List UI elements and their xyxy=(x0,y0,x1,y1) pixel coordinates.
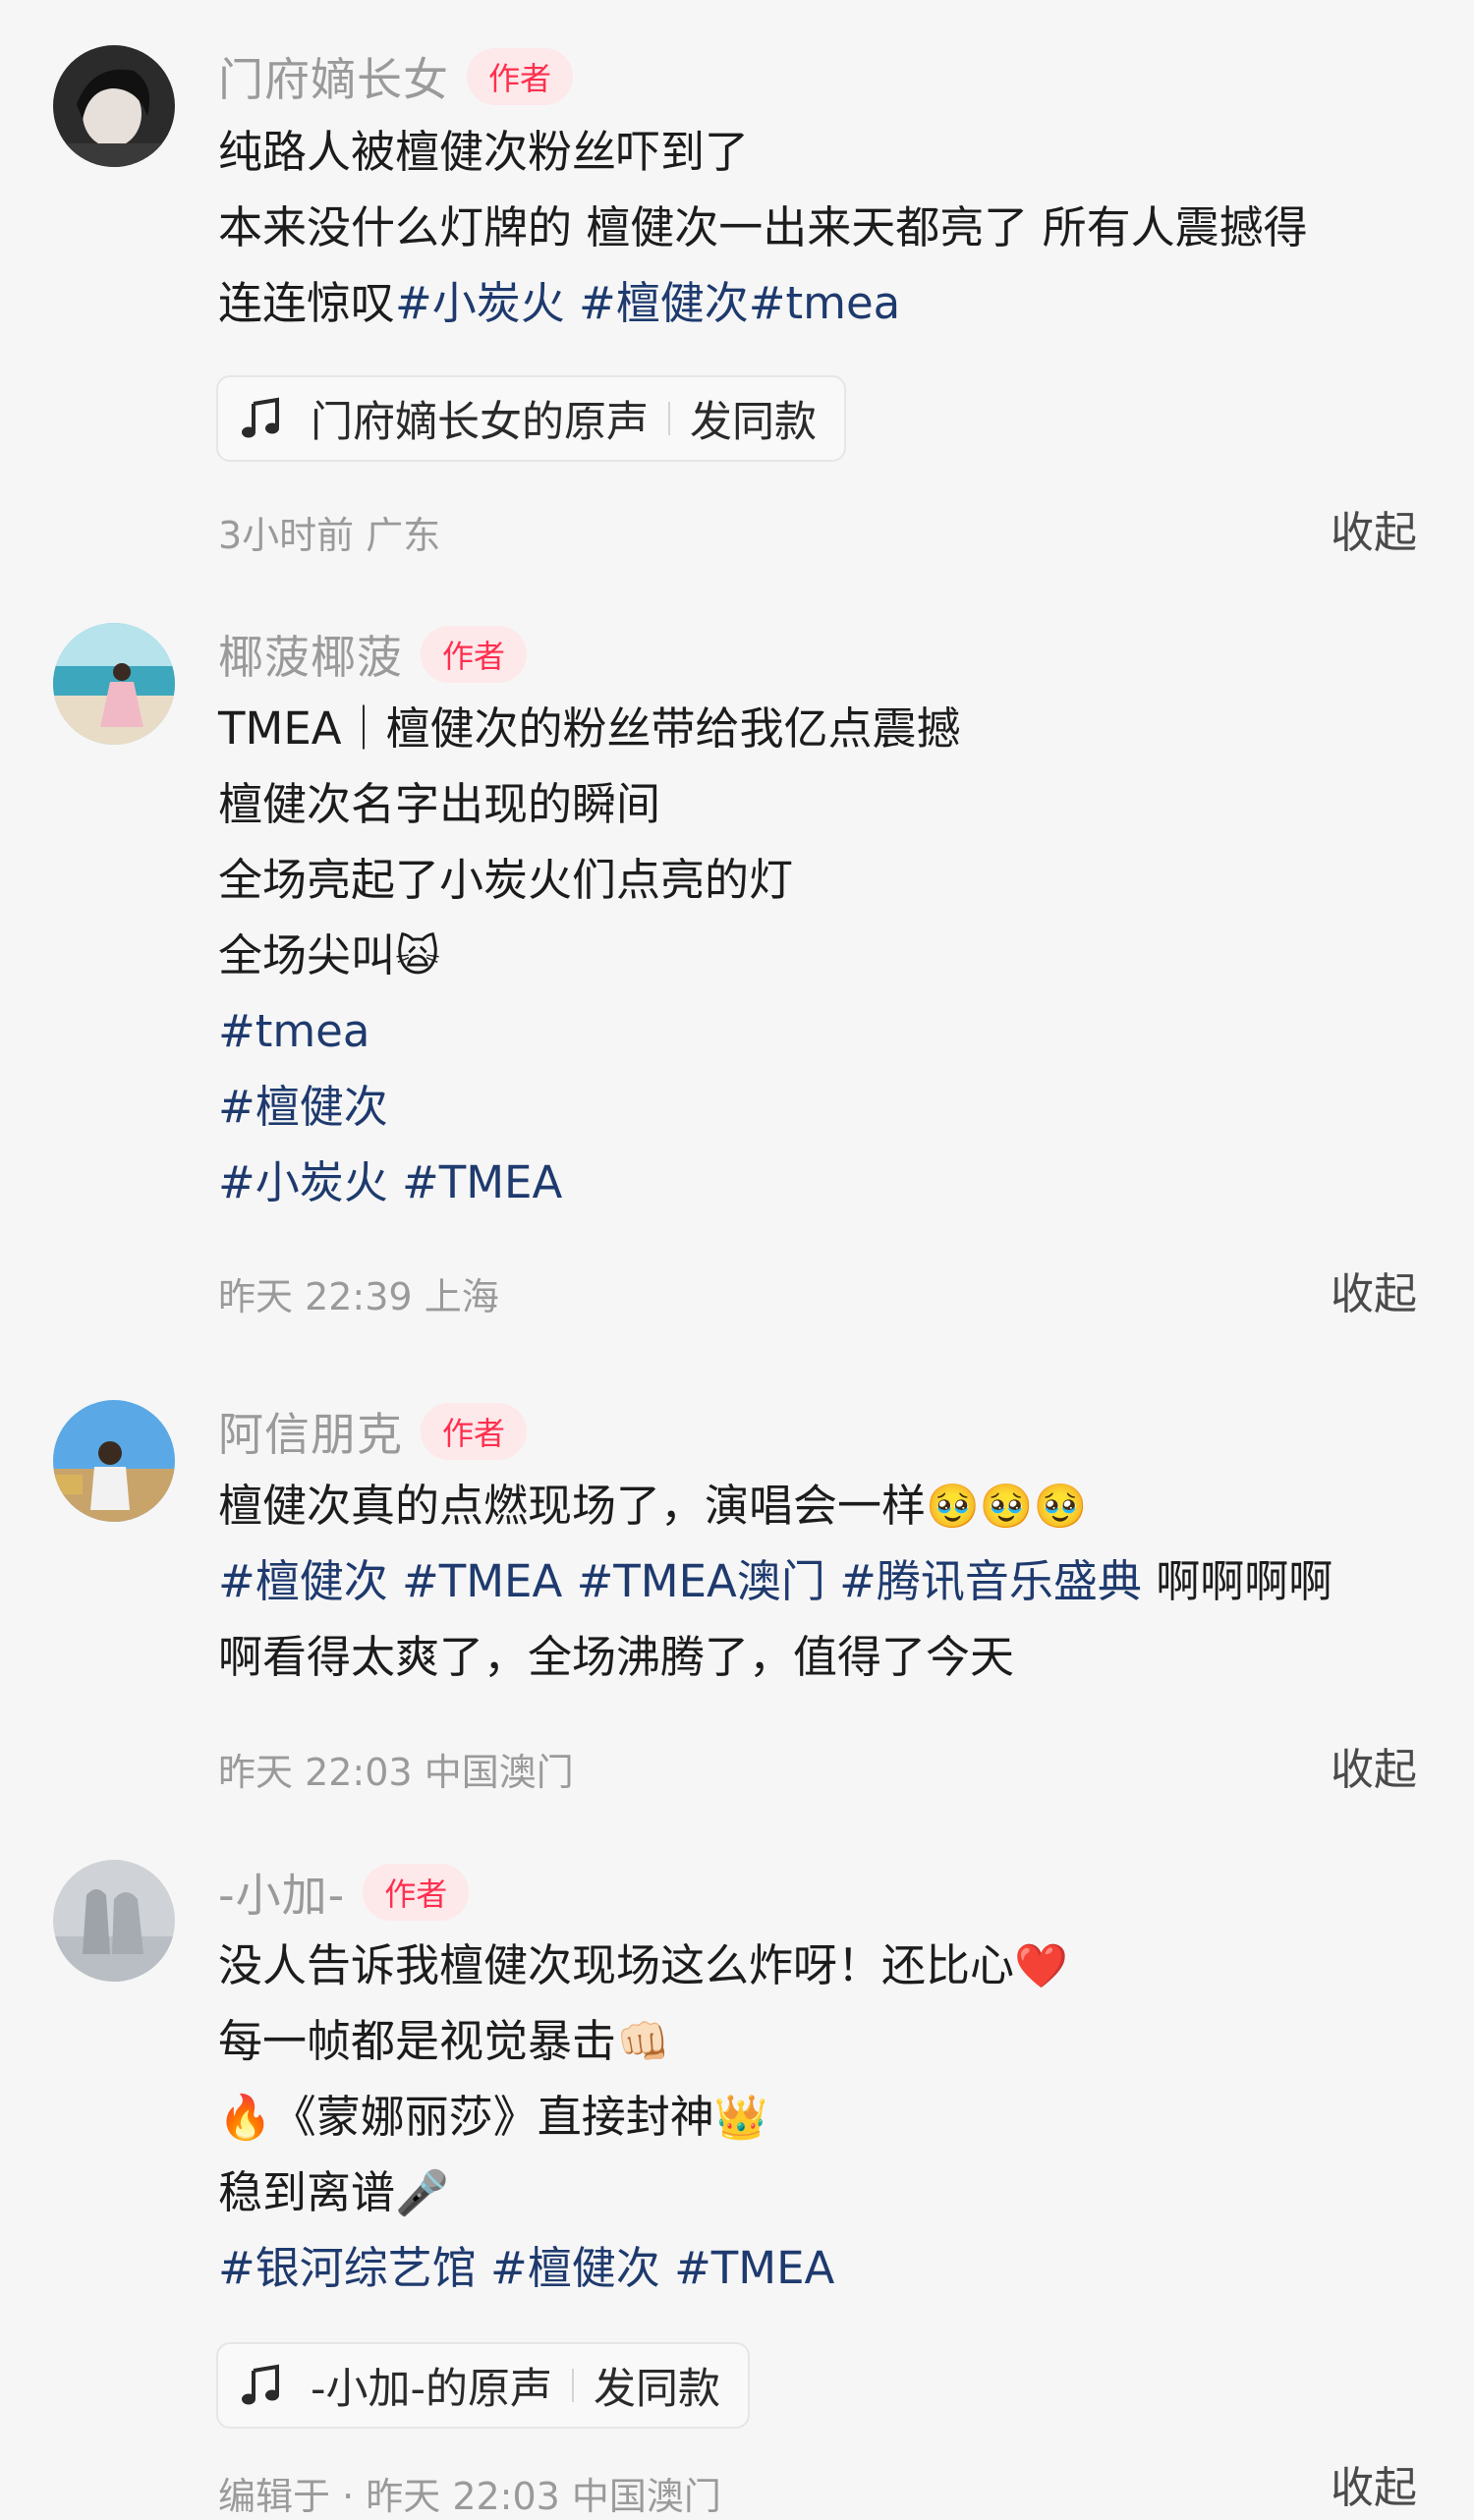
author-badge: 作者 xyxy=(421,1403,528,1460)
hashtag[interactable]: #檀健次 xyxy=(579,277,749,329)
original-sound-chip[interactable]: 门府嫡长女的原声 发同款 xyxy=(216,375,846,462)
emoji: 🙀 xyxy=(395,931,440,981)
text-line: 檀健次名字出现的瞬间 xyxy=(218,778,661,830)
text-line: TMEA｜檀健次的粉丝带给我亿点震撼 xyxy=(218,702,961,755)
text-segment: 连连惊叹 xyxy=(218,277,396,329)
post-text: TMEA｜檀健次的粉丝带给我亿点震撼 檀健次名字出现的瞬间 全场亮起了小炭火们点… xyxy=(218,691,1437,1220)
author-name[interactable]: 阿信朋克 xyxy=(218,1399,403,1464)
post-time: 3小时前 xyxy=(218,514,355,557)
emoji: 🎤 xyxy=(395,2168,449,2218)
text-segment: 檀健次真的点燃现场了，演唱会一样 xyxy=(218,1480,927,1532)
collapse-button[interactable]: 收起 xyxy=(1331,1259,1417,1321)
collapse-button[interactable]: 收起 xyxy=(1331,497,1417,560)
text-line: 🔥《蒙娜丽莎》直接封神👑 xyxy=(218,2079,1437,2155)
hashtag[interactable]: #tmea xyxy=(749,277,900,329)
original-sound-label: 门府嫡长女的原声 xyxy=(311,398,649,447)
hashtag[interactable]: #TMEA xyxy=(402,1156,562,1208)
emoji: 🔥 xyxy=(218,2093,272,2143)
text-segment: 全场尖叫 xyxy=(218,929,396,981)
post-text: 没人告诉我檀健次现场这么炸呀！还比心❤️ 每一帧都是视觉暴击👊🏻 🔥《蒙娜丽莎》… xyxy=(218,1928,1437,2306)
original-sound-label: -小加-的原声 xyxy=(311,2365,553,2414)
divider xyxy=(572,2369,575,2402)
emoji: 🥹🥹🥹 xyxy=(926,1482,1088,1532)
use-sound-button[interactable]: 发同款 xyxy=(690,388,817,449)
text-line: 稳到离谱🎤 xyxy=(218,2155,1437,2230)
text-line: 啊看得太爽了，全场沸腾了，值得了今天 xyxy=(218,1631,1015,1683)
hashtag[interactable]: #银河综艺馆 xyxy=(218,2242,477,2294)
music-note-icon xyxy=(242,397,279,438)
hashtag[interactable]: #tmea xyxy=(218,993,1437,1069)
text-segment: 《蒙娜丽莎》直接封神 xyxy=(271,2091,714,2143)
text-line: #檀健次 #TMEA #TMEA澳门 #腾讯音乐盛典 啊啊啊啊 xyxy=(218,1543,1437,1619)
text-line: #小炭火 #TMEA xyxy=(218,1145,1437,1220)
post-text: 檀健次真的点燃现场了，演唱会一样🥹🥹🥹 #檀健次 #TMEA #TMEA澳门 #… xyxy=(218,1468,1437,1695)
text-line: 连连惊叹#小炭火 #檀健次#tmea xyxy=(218,265,1437,341)
collapse-button[interactable]: 收起 xyxy=(1331,1734,1417,1797)
avatar-image xyxy=(53,623,175,745)
author-name[interactable]: 椰菠椰菠 xyxy=(218,622,403,687)
author-name[interactable]: 门府嫡长女 xyxy=(218,44,449,109)
hashtag[interactable]: #小炭火 xyxy=(395,277,565,329)
avatar[interactable] xyxy=(53,1860,175,1982)
emoji: 👑 xyxy=(713,2093,768,2143)
divider xyxy=(668,402,670,435)
post-location: 上海 xyxy=(424,1275,499,1318)
hashtag[interactable]: #檀健次 xyxy=(490,2242,660,2294)
text-segment: 稳到离谱 xyxy=(218,2166,396,2218)
hashtag[interactable]: #TMEA澳门 xyxy=(577,1555,825,1607)
hashtag[interactable]: #檀健次 xyxy=(218,1555,388,1607)
post-meta: 3小时前 广东 xyxy=(218,505,440,559)
text-line: 没人告诉我檀健次现场这么炸呀！还比心❤️ xyxy=(218,1928,1437,2003)
author-badge: 作者 xyxy=(363,1864,470,1921)
avatar[interactable] xyxy=(53,623,175,745)
post-text: 纯路人被檀健次粉丝吓到了 本来没什么灯牌的 檀健次一出来天都亮了 所有人震撼得 … xyxy=(218,114,1437,341)
hashtag[interactable]: #TMEA xyxy=(402,1555,562,1607)
post-location: 中国澳门 xyxy=(424,1751,574,1794)
post-location: 广东 xyxy=(366,514,441,557)
avatar[interactable] xyxy=(53,1400,175,1522)
author-name[interactable]: -小加- xyxy=(218,1860,345,1925)
text-line: 全场尖叫🙀 xyxy=(218,918,1437,993)
text-line: 本来没什么灯牌的 檀健次一出来天都亮了 所有人震撼得 xyxy=(218,201,1308,253)
author-badge: 作者 xyxy=(421,626,528,683)
text-line: 檀健次真的点燃现场了，演唱会一样🥹🥹🥹 xyxy=(218,1468,1437,1543)
music-note-icon xyxy=(242,2364,279,2405)
emoji: ❤️ xyxy=(1014,1941,1068,1991)
post-meta: 昨天 22:03 中国澳门 xyxy=(218,1742,574,1796)
avatar[interactable] xyxy=(53,45,175,167)
avatar-image xyxy=(53,1400,175,1522)
text-line: 纯路人被檀健次粉丝吓到了 xyxy=(218,126,750,178)
collapse-button[interactable]: 收起 xyxy=(1331,2452,1417,2515)
emoji: 👊🏻 xyxy=(616,2017,670,2067)
author-badge: 作者 xyxy=(467,48,574,105)
text-segment: 没人告诉我檀健次现场这么炸呀！还比心 xyxy=(218,1939,1015,1991)
hashtag[interactable]: #檀健次 xyxy=(218,1069,1437,1145)
post-meta: 昨天 22:39 上海 xyxy=(218,1266,499,1320)
text-line: 全场亮起了小炭火们点亮的灯 xyxy=(218,854,794,906)
post-time: 昨天 22:39 xyxy=(218,1275,413,1318)
avatar-image xyxy=(53,45,175,167)
original-sound-chip[interactable]: -小加-的原声 发同款 xyxy=(216,2342,751,2429)
text-line: #银河综艺馆 #檀健次 #TMEA xyxy=(218,2230,1437,2306)
text-line: 每一帧都是视觉暴击👊🏻 xyxy=(218,2003,1437,2079)
hashtag[interactable]: #TMEA xyxy=(674,2242,834,2294)
hashtag[interactable]: #腾讯音乐盛典 xyxy=(839,1555,1142,1607)
use-sound-button[interactable]: 发同款 xyxy=(594,2355,720,2416)
post-time: 昨天 22:03 xyxy=(218,1751,413,1794)
hashtag[interactable]: #小炭火 xyxy=(218,1156,388,1208)
text-segment: 每一帧都是视觉暴击 xyxy=(218,2015,617,2067)
comment-feed: 门府嫡长女 作者 纯路人被檀健次粉丝吓到了 本来没什么灯牌的 檀健次一出来天都亮… xyxy=(0,0,1474,2518)
text-segment: 啊啊啊啊 xyxy=(1156,1555,1333,1607)
post-meta: 编辑于 · 昨天 22:03 中国澳门 xyxy=(218,2475,721,2518)
avatar-image xyxy=(53,1860,175,1982)
